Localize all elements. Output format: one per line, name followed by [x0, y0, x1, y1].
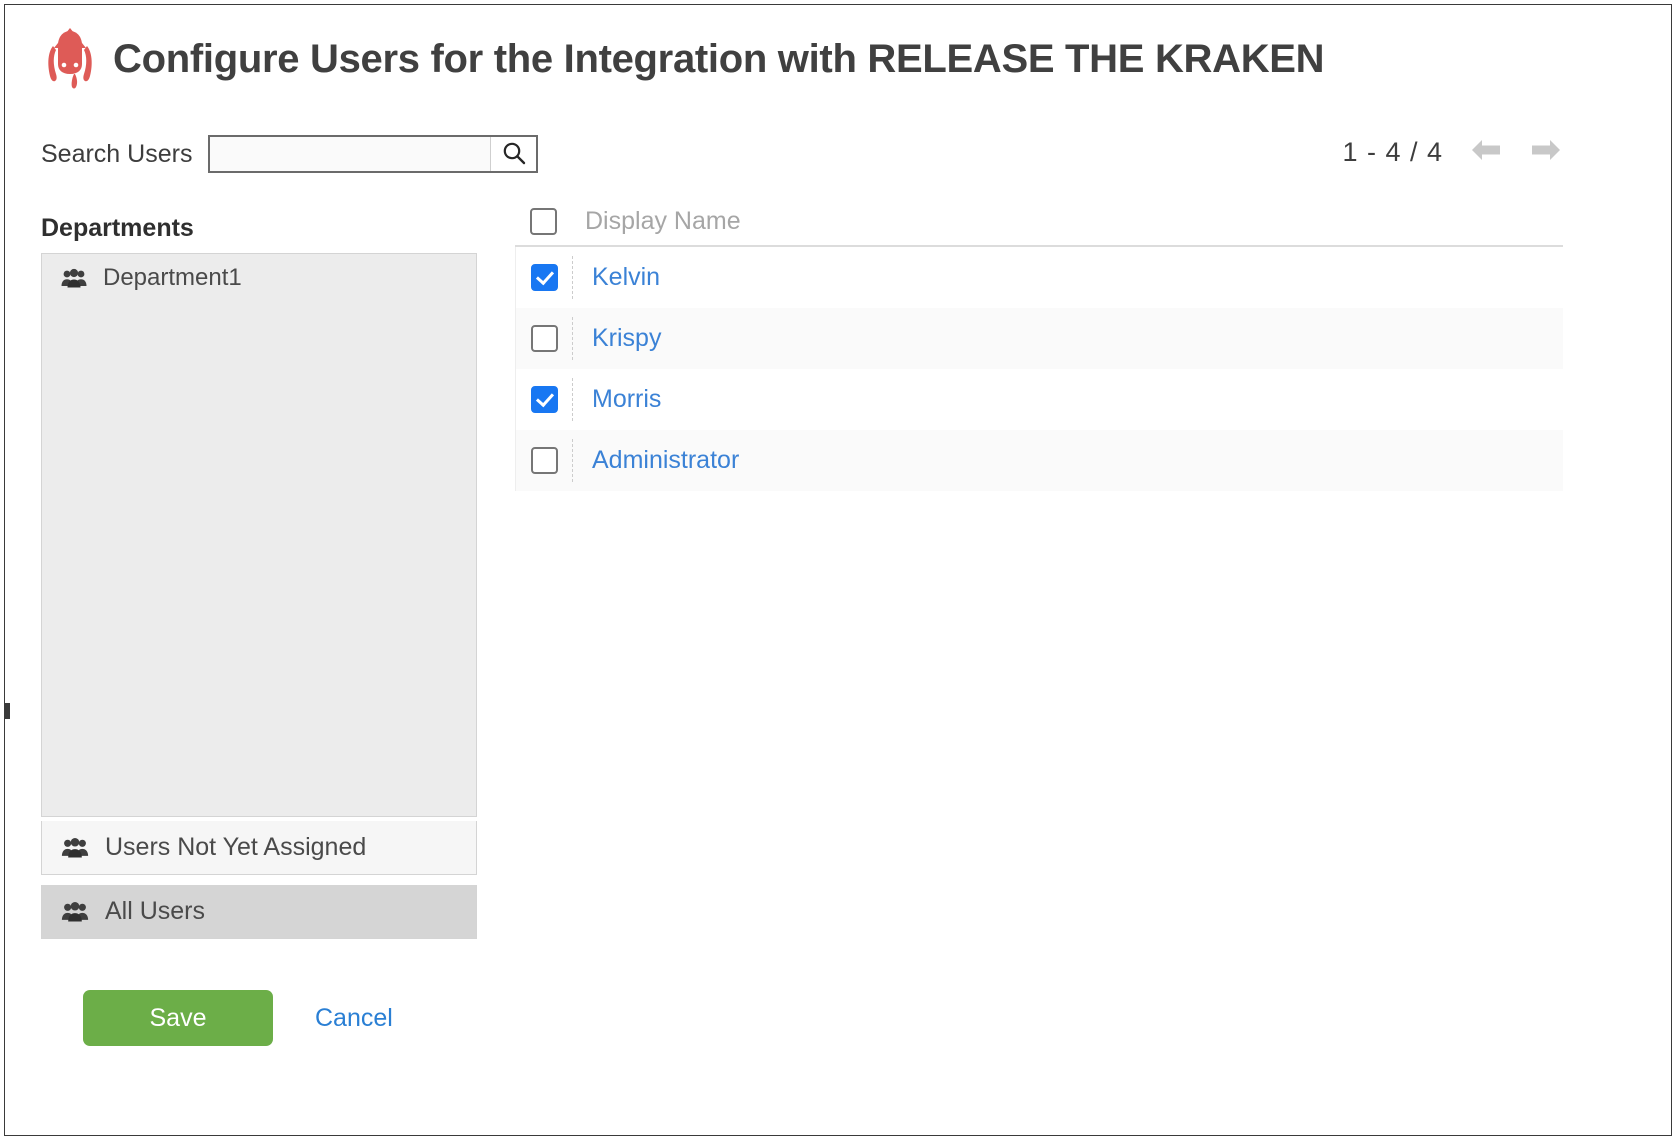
- pagination-range: 1 - 4 / 4: [1342, 137, 1443, 167]
- sidebar-item-label: All Users: [105, 897, 206, 925]
- sidebar-item-label: Department1: [103, 264, 242, 291]
- next-page-button[interactable]: [1529, 138, 1563, 168]
- column-header-display-name: Display Name: [585, 206, 741, 235]
- table-row[interactable]: Kelvin: [515, 247, 1563, 308]
- select-all-checkbox[interactable]: [529, 207, 557, 235]
- page-header: Configure Users for the Integration with…: [39, 19, 1325, 99]
- departments-heading: Departments: [41, 214, 194, 242]
- sidebar-item-users-not-yet-assigned[interactable]: Users Not Yet Assigned: [41, 821, 477, 875]
- row-checkbox[interactable]: [530, 386, 558, 413]
- users-group-icon: [61, 901, 89, 922]
- row-checkbox[interactable]: [530, 447, 558, 474]
- row-checkbox-cell: [516, 386, 572, 413]
- pagination: 1 - 4 / 4: [1342, 137, 1563, 168]
- row-checkbox[interactable]: [530, 264, 558, 291]
- table-row[interactable]: Administrator: [515, 430, 1563, 491]
- form-actions: Save Cancel: [83, 990, 393, 1046]
- users-table: Display Name Kelvin Krispy Morris Admini…: [515, 197, 1563, 491]
- row-checkbox-cell: [516, 264, 572, 291]
- users-group-icon: [61, 268, 87, 288]
- save-button[interactable]: Save: [83, 990, 273, 1046]
- departments-panel: Department1: [41, 253, 477, 817]
- sidebar-item-all-users[interactable]: All Users: [41, 885, 477, 939]
- table-header-row: Display Name: [515, 197, 1563, 247]
- arrow-left-icon: [1469, 136, 1503, 169]
- row-checkbox-cell: [516, 447, 572, 474]
- table-row[interactable]: Krispy: [515, 308, 1563, 369]
- search-box: [208, 135, 539, 173]
- search-button[interactable]: [490, 137, 537, 171]
- prev-page-button[interactable]: [1469, 138, 1503, 168]
- dialog-window: Configure Users for the Integration with…: [4, 4, 1672, 1136]
- row-checkbox[interactable]: [530, 325, 558, 352]
- user-name-link[interactable]: Krispy: [574, 324, 661, 353]
- user-name-link[interactable]: Kelvin: [574, 263, 660, 292]
- search-row: Search Users: [41, 135, 539, 173]
- kraken-squid-logo-icon: [39, 26, 101, 92]
- search-input[interactable]: [210, 137, 491, 171]
- search-icon: [501, 140, 527, 169]
- edge-artifact: [5, 703, 10, 719]
- table-row[interactable]: Morris: [515, 369, 1563, 430]
- cancel-button[interactable]: Cancel: [315, 1004, 393, 1033]
- page-title: Configure Users for the Integration with…: [113, 36, 1325, 81]
- search-label: Search Users: [41, 139, 193, 168]
- users-group-icon: [61, 837, 89, 858]
- arrow-right-icon: [1529, 136, 1563, 169]
- select-all-cell: [515, 207, 571, 235]
- user-name-link[interactable]: Morris: [574, 385, 661, 414]
- row-checkbox-cell: [516, 325, 572, 352]
- sidebar-item-label: Users Not Yet Assigned: [105, 833, 367, 861]
- sidebar-item-department1[interactable]: Department1: [42, 254, 476, 302]
- user-name-link[interactable]: Administrator: [574, 446, 739, 475]
